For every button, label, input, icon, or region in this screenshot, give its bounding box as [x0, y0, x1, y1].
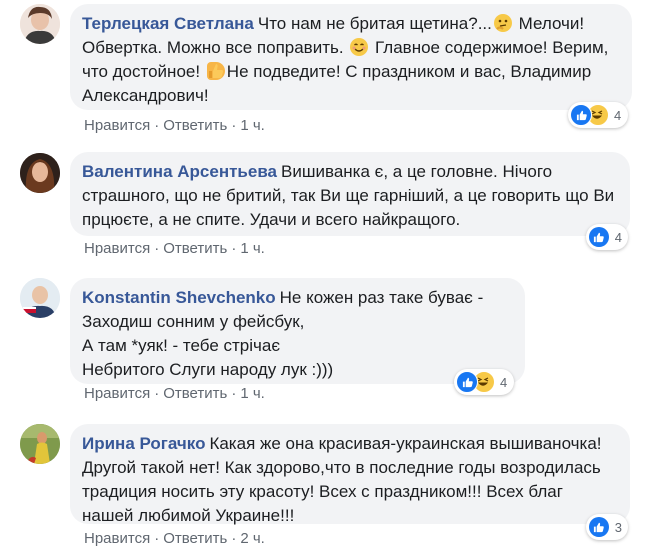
comment-text: А там *уяк! - тебе стрічає — [82, 336, 281, 355]
separator: · — [154, 530, 160, 547]
timestamp[interactable]: 1 ч. — [240, 117, 265, 134]
comment-text: Небритого Слуги народу лук :))) — [82, 360, 334, 379]
reaction-count: 3 — [614, 519, 622, 535]
reply-button[interactable]: Ответить — [163, 240, 227, 257]
like-button[interactable]: Нравится — [84, 117, 150, 134]
separator: · — [154, 385, 160, 402]
reaction-count: 4 — [500, 374, 508, 390]
comment-actions: Нравится · Ответить · 1 ч. — [84, 117, 265, 134]
like-button[interactable]: Нравится — [84, 240, 150, 257]
comment-actions: Нравится · Ответить · 1 ч. — [84, 240, 265, 257]
like-button[interactable]: Нравится — [84, 530, 150, 547]
smiling-face-icon — [350, 38, 369, 56]
separator: · — [231, 240, 237, 257]
separator: · — [154, 240, 160, 257]
comment-bubble: Терлецкая Светлана Что нам не бритая щети… — [70, 4, 632, 110]
reaction-summary[interactable]: 4 — [586, 224, 628, 250]
comment-text: Что нам не бритая щетина?... — [257, 14, 492, 33]
comment-bubble: Konstantin Shevchenko Не кожен раз таке б… — [70, 278, 525, 384]
like-reaction-icon — [588, 516, 610, 538]
reaction-summary[interactable]: 3 — [586, 514, 628, 540]
comment-bubble: Валентина Арсентьева Вишиванка є, а це го… — [70, 152, 630, 236]
reaction-summary[interactable]: 4 — [454, 369, 514, 395]
reply-button[interactable]: Ответить — [163, 385, 227, 402]
reply-button[interactable]: Ответить — [163, 117, 227, 134]
thinking-face-icon — [493, 14, 512, 32]
separator: · — [154, 117, 160, 134]
author-name[interactable]: Ирина Рогачко — [82, 434, 205, 453]
avatar[interactable] — [20, 278, 60, 318]
avatar[interactable] — [20, 424, 60, 464]
comment-bubble: Ирина Рогачко Какая же она красивая-украи… — [70, 424, 630, 525]
reaction-summary[interactable]: 4 — [568, 102, 628, 128]
comment-text: Заходиш сонним у фейсбук, — [82, 312, 305, 331]
timestamp[interactable]: 1 ч. — [240, 240, 265, 257]
like-reaction-icon — [456, 371, 478, 393]
like-reaction-icon — [570, 104, 592, 126]
avatar[interactable] — [20, 4, 60, 44]
like-reaction-icon — [588, 226, 610, 248]
reaction-count: 4 — [614, 229, 622, 245]
thumbs-up-icon — [206, 62, 225, 80]
timestamp[interactable]: 2 ч. — [240, 530, 265, 547]
separator: · — [231, 385, 237, 402]
reaction-count: 4 — [614, 107, 622, 123]
separator: · — [231, 530, 237, 547]
reply-button[interactable]: Ответить — [163, 530, 227, 547]
separator: · — [231, 117, 237, 134]
author-name[interactable]: Терлецкая Светлана — [82, 14, 254, 33]
author-name[interactable]: Konstantin Shevchenko — [82, 288, 276, 307]
comment-actions: Нравится · Ответить · 1 ч. — [84, 385, 265, 402]
comment-text: Не кожен раз таке буває - — [279, 288, 484, 307]
timestamp[interactable]: 1 ч. — [240, 385, 265, 402]
author-name[interactable]: Валентина Арсентьева — [82, 162, 277, 181]
like-button[interactable]: Нравится — [84, 385, 150, 402]
avatar[interactable] — [20, 153, 60, 193]
comment-actions: Нравится · Ответить · 2 ч. — [84, 530, 265, 547]
